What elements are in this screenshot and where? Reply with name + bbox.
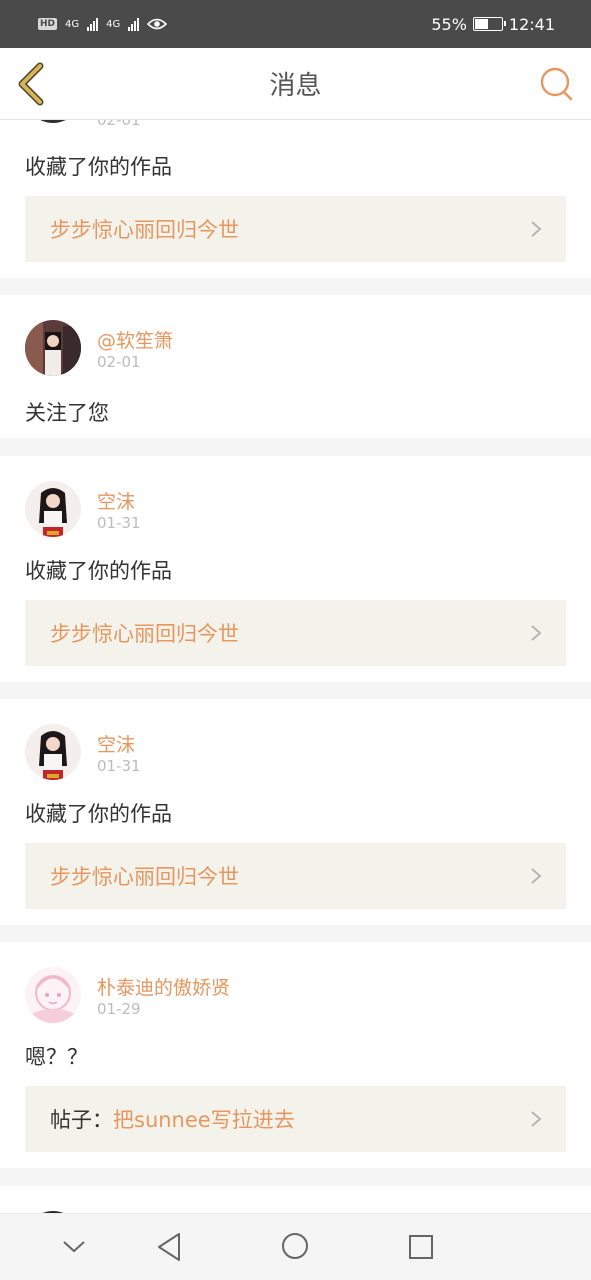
avatar[interactable] <box>25 120 81 123</box>
link-text: 把sunnee写拉进去 <box>113 1108 295 1132</box>
link-prefix: 帖子： <box>50 1108 113 1132</box>
user-name[interactable]: 朴泰迪的傲娇贤 <box>97 973 230 1000</box>
message-action: 收藏了你的作品 <box>25 559 172 583</box>
message-card: 朴泰迪的傲娇贤 01-29 嗯？？ 帖子： 把sunnee写拉进去 <box>0 942 591 1168</box>
message-feed[interactable]: 02-01 收藏了你的作品 步步惊心丽回归今世 @软笙箫 02-01 关注了您 <box>0 120 591 1213</box>
eye-icon <box>147 18 168 30</box>
chevron-down-icon[interactable] <box>62 1240 86 1254</box>
message-date: 02-01 <box>97 120 141 129</box>
message-action: 收藏了你的作品 <box>25 802 172 826</box>
message-date: 01-31 <box>97 514 141 532</box>
message-date: 01-29 <box>97 1000 141 1018</box>
system-nav-bar <box>0 1213 591 1280</box>
work-link[interactable]: 步步惊心丽回归今世 <box>25 843 566 909</box>
app-header: 消息 <box>0 48 591 120</box>
user-name[interactable]: @软笙箫 <box>97 326 173 353</box>
nav-home-icon[interactable] <box>281 1232 309 1260</box>
battery-fill <box>474 19 488 29</box>
search-icon <box>540 67 573 101</box>
avatar[interactable] <box>25 481 81 537</box>
battery-icon <box>472 17 506 31</box>
network-type-a: 4G <box>65 18 80 30</box>
message-action: 关注了您 <box>25 401 109 425</box>
message-date: 02-01 <box>97 353 141 371</box>
message-action: 嗯？？ <box>25 1045 88 1069</box>
user-name[interactable]: 空沫 <box>97 487 135 514</box>
chevron-right-icon <box>531 625 542 641</box>
post-link[interactable]: 帖子： 把sunnee写拉进去 <box>25 1086 566 1152</box>
network-type-b: 4G <box>106 18 121 30</box>
link-text: 步步惊心丽回归今世 <box>50 865 239 889</box>
search-button[interactable] <box>537 64 577 104</box>
message-card: 02-01 收藏了你的作品 步步惊心丽回归今世 <box>0 120 591 278</box>
status-bar-left: HD 4G 4G <box>38 17 168 31</box>
work-link[interactable]: 步步惊心丽回归今世 <box>25 600 566 666</box>
nav-recents-icon[interactable] <box>408 1234 434 1260</box>
signal-icon <box>87 17 99 31</box>
message-card: @软笙箫 02-01 关注了您 <box>0 295 591 438</box>
status-bar: HD 4G 4G 55% 12:41 <box>0 0 591 48</box>
page-title: 消息 <box>269 71 322 101</box>
signal-icon-2 <box>128 17 140 31</box>
chevron-right-icon <box>531 221 542 237</box>
message-card: 空沫 01-31 收藏了你的作品 步步惊心丽回归今世 <box>0 699 591 925</box>
back-button[interactable] <box>14 62 50 106</box>
nav-back-icon[interactable] <box>156 1232 182 1262</box>
chevron-right-icon <box>531 1111 542 1127</box>
message-action: 收藏了你的作品 <box>25 155 172 179</box>
avatar[interactable] <box>25 967 81 1023</box>
message-card: 空沫 01-31 收藏了你的作品 步步惊心丽回归今世 <box>0 456 591 682</box>
chevron-left-icon <box>18 62 44 106</box>
link-text: 步步惊心丽回归今世 <box>50 622 239 646</box>
work-link[interactable]: 步步惊心丽回归今世 <box>25 196 566 262</box>
message-card <box>0 1186 591 1213</box>
link-text: 步步惊心丽回归今世 <box>50 218 239 242</box>
user-name[interactable]: 空沫 <box>97 730 135 757</box>
avatar[interactable] <box>25 724 81 780</box>
hd-badge: HD <box>38 18 58 30</box>
message-date: 01-31 <box>97 757 141 775</box>
status-bar-right: 55% 12:41 <box>431 15 555 34</box>
battery-percent: 55% <box>431 14 467 34</box>
avatar[interactable] <box>25 320 81 376</box>
clock: 12:41 <box>508 14 555 34</box>
chevron-right-icon <box>531 868 542 884</box>
